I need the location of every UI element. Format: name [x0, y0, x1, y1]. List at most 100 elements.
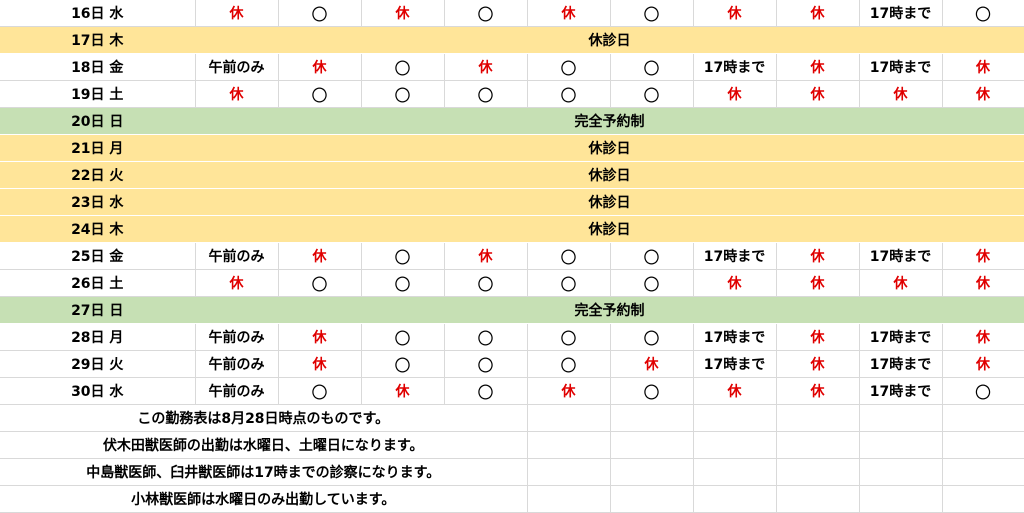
- shift-cell[interactable]: 〇: [278, 377, 362, 405]
- shift-cell[interactable]: 休: [361, 0, 445, 27]
- shift-cell[interactable]: 〇: [942, 377, 1024, 405]
- shift-cell[interactable]: 休: [776, 80, 860, 108]
- empty-cell[interactable]: [776, 404, 860, 432]
- shift-cell[interactable]: 〇: [361, 323, 445, 351]
- shift-cell[interactable]: 休: [527, 0, 611, 27]
- shift-cell[interactable]: 〇: [527, 53, 611, 81]
- shift-cell[interactable]: 17時まで: [859, 0, 943, 27]
- shift-cell[interactable]: 休: [444, 242, 528, 270]
- date-cell[interactable]: 22日 火: [0, 161, 196, 189]
- shift-cell[interactable]: 休: [776, 269, 860, 297]
- date-cell[interactable]: 24日 木: [0, 215, 196, 243]
- shift-cell[interactable]: 休: [361, 377, 445, 405]
- empty-cell[interactable]: [527, 485, 611, 513]
- shift-cell[interactable]: 休: [195, 0, 279, 27]
- shift-cell[interactable]: 休: [942, 323, 1024, 351]
- appointment-banner[interactable]: 完全予約制: [195, 107, 1024, 135]
- date-cell[interactable]: 20日 日: [0, 107, 196, 135]
- empty-cell[interactable]: [859, 431, 943, 459]
- note-text[interactable]: この勤務表は8月28日時点のものです。: [0, 404, 528, 432]
- shift-cell[interactable]: 午前のみ: [195, 377, 279, 405]
- shift-cell[interactable]: 休: [942, 269, 1024, 297]
- shift-cell[interactable]: 休: [278, 350, 362, 378]
- shift-cell[interactable]: 〇: [278, 269, 362, 297]
- shift-cell[interactable]: 〇: [527, 269, 611, 297]
- shift-cell[interactable]: 〇: [527, 80, 611, 108]
- shift-cell[interactable]: 〇: [278, 80, 362, 108]
- date-cell[interactable]: 29日 火: [0, 350, 196, 378]
- empty-cell[interactable]: [527, 431, 611, 459]
- shift-cell[interactable]: 休: [942, 242, 1024, 270]
- shift-cell[interactable]: 休: [195, 80, 279, 108]
- shift-cell[interactable]: 〇: [527, 242, 611, 270]
- shift-cell[interactable]: 休: [776, 53, 860, 81]
- shift-cell[interactable]: 〇: [361, 242, 445, 270]
- empty-cell[interactable]: [693, 404, 777, 432]
- shift-cell[interactable]: 17時まで: [859, 323, 943, 351]
- empty-cell[interactable]: [693, 431, 777, 459]
- shift-cell[interactable]: 〇: [361, 53, 445, 81]
- note-text[interactable]: 小林獣医師は水曜日のみ出勤しています。: [0, 485, 528, 513]
- shift-cell[interactable]: 〇: [444, 0, 528, 27]
- shift-cell[interactable]: 〇: [361, 80, 445, 108]
- shift-cell[interactable]: 〇: [278, 0, 362, 27]
- date-cell[interactable]: 21日 月: [0, 134, 196, 162]
- empty-cell[interactable]: [693, 485, 777, 513]
- shift-cell[interactable]: 〇: [610, 0, 694, 27]
- shift-cell[interactable]: 休: [776, 0, 860, 27]
- empty-cell[interactable]: [610, 431, 694, 459]
- shift-cell[interactable]: 〇: [444, 269, 528, 297]
- shift-cell[interactable]: 休: [195, 269, 279, 297]
- shift-cell[interactable]: 午前のみ: [195, 242, 279, 270]
- shift-cell[interactable]: 17時まで: [859, 377, 943, 405]
- shift-cell[interactable]: 17時まで: [859, 350, 943, 378]
- date-cell[interactable]: 17日 木: [0, 26, 196, 54]
- holiday-banner[interactable]: 休診日: [195, 161, 1024, 189]
- date-cell[interactable]: 23日 水: [0, 188, 196, 216]
- note-text[interactable]: 伏木田獣医師の出勤は水曜日、土曜日になります。: [0, 431, 528, 459]
- shift-cell[interactable]: 〇: [610, 377, 694, 405]
- holiday-banner[interactable]: 休診日: [195, 134, 1024, 162]
- shift-cell[interactable]: 〇: [527, 323, 611, 351]
- shift-cell[interactable]: 17時まで: [693, 323, 777, 351]
- shift-cell[interactable]: 休: [859, 80, 943, 108]
- shift-cell[interactable]: 〇: [444, 377, 528, 405]
- shift-cell[interactable]: 休: [278, 242, 362, 270]
- shift-cell[interactable]: 休: [693, 80, 777, 108]
- empty-cell[interactable]: [776, 485, 860, 513]
- empty-cell[interactable]: [942, 458, 1024, 486]
- shift-cell[interactable]: 〇: [527, 350, 611, 378]
- shift-cell[interactable]: 午前のみ: [195, 53, 279, 81]
- shift-cell[interactable]: 休: [610, 350, 694, 378]
- shift-cell[interactable]: 休: [693, 0, 777, 27]
- empty-cell[interactable]: [776, 431, 860, 459]
- date-cell[interactable]: 25日 金: [0, 242, 196, 270]
- holiday-banner[interactable]: 休診日: [195, 215, 1024, 243]
- empty-cell[interactable]: [859, 485, 943, 513]
- shift-cell[interactable]: 休: [444, 53, 528, 81]
- empty-cell[interactable]: [610, 485, 694, 513]
- shift-cell[interactable]: 休: [527, 377, 611, 405]
- appointment-banner[interactable]: 完全予約制: [195, 296, 1024, 324]
- shift-cell[interactable]: 17時まで: [693, 350, 777, 378]
- empty-cell[interactable]: [527, 458, 611, 486]
- shift-cell[interactable]: 休: [859, 269, 943, 297]
- shift-cell[interactable]: 休: [776, 323, 860, 351]
- shift-cell[interactable]: 〇: [444, 323, 528, 351]
- shift-cell[interactable]: 休: [693, 269, 777, 297]
- empty-cell[interactable]: [942, 431, 1024, 459]
- date-cell[interactable]: 26日 土: [0, 269, 196, 297]
- empty-cell[interactable]: [693, 458, 777, 486]
- empty-cell[interactable]: [610, 404, 694, 432]
- shift-cell[interactable]: 〇: [942, 0, 1024, 27]
- empty-cell[interactable]: [942, 485, 1024, 513]
- shift-cell[interactable]: 休: [942, 53, 1024, 81]
- date-cell[interactable]: 28日 月: [0, 323, 196, 351]
- shift-cell[interactable]: 〇: [610, 242, 694, 270]
- shift-cell[interactable]: 〇: [444, 350, 528, 378]
- shift-cell[interactable]: 午前のみ: [195, 350, 279, 378]
- shift-cell[interactable]: 17時まで: [693, 53, 777, 81]
- shift-cell[interactable]: 〇: [610, 269, 694, 297]
- holiday-banner[interactable]: 休診日: [195, 26, 1024, 54]
- shift-cell[interactable]: 休: [693, 377, 777, 405]
